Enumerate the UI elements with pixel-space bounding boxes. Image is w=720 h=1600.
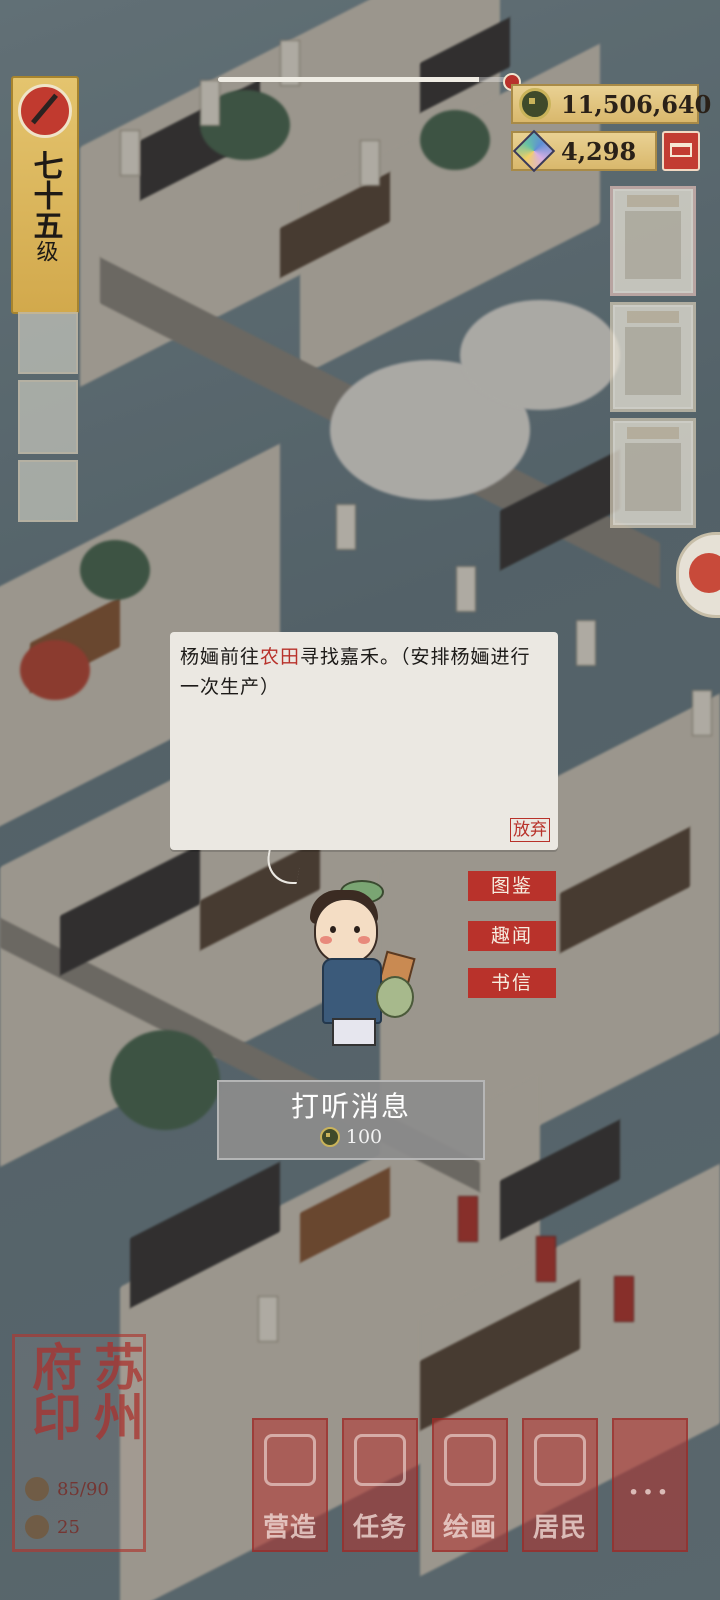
scroll-painting-icon (444, 1434, 496, 1486)
person-icon (534, 1434, 586, 1486)
jade-gem-icon (512, 129, 556, 173)
jade-amount: 4,298 (561, 136, 637, 166)
progress-fill (218, 77, 479, 82)
nav-build-button[interactable]: 营造 (252, 1418, 328, 1552)
abandon-button[interactable]: 放弃 (510, 818, 550, 842)
inquire-news-button[interactable]: 打听消息 100 (217, 1080, 485, 1160)
suzhou-seal[interactable]: 苏州府印 85/90 25 (12, 1334, 146, 1552)
dialog-highlight-farmland[interactable]: 农田 (260, 646, 300, 668)
copper-coin-counter[interactable]: 11,506,640 (511, 84, 711, 124)
dialog-text: 杨婳前往农田寻找嘉禾。（安排杨婳进行一次生产） (180, 646, 531, 698)
book-icon (354, 1434, 406, 1486)
traveler-character[interactable] (300, 880, 420, 1050)
portrait-icon (625, 443, 681, 511)
copper-coin-icon (319, 1127, 340, 1147)
inquire-label: 打听消息 (290, 1090, 411, 1123)
level-badge[interactable]: 七十五级 (11, 76, 79, 314)
left-card-3[interactable] (18, 460, 78, 522)
shop-button[interactable] (662, 131, 700, 171)
hammer-icon (264, 1434, 316, 1486)
tag-letters[interactable]: 书信 (468, 968, 556, 998)
quest-dialog: 杨婳前往农田寻找嘉禾。（安排杨婳进行一次生产） 放弃 (170, 632, 558, 850)
seal-title: 苏州府印 (24, 1341, 145, 1441)
nav-tasks-button[interactable]: 任务 (342, 1418, 418, 1552)
resident-icon (25, 1477, 49, 1501)
copper-coin-amount: 11,506,640 (561, 89, 712, 119)
nav-more-button[interactable]: ··· (612, 1418, 688, 1552)
left-card-1[interactable] (18, 312, 78, 374)
nav-residents-button[interactable]: 居民 (522, 1418, 598, 1552)
copper-coin-icon (519, 88, 551, 120)
seal-stat-residents: 85/90 (25, 1477, 109, 1501)
side-card-visitor[interactable] (610, 418, 696, 528)
scroll-icon (625, 327, 681, 395)
building-icon (625, 211, 681, 279)
side-card-building[interactable] (610, 186, 696, 296)
left-card-2[interactable] (18, 380, 78, 454)
tag-catalog[interactable]: 图鉴 (468, 871, 556, 901)
progress-bar (218, 77, 508, 82)
seal-stat-visitors: 25 (25, 1515, 80, 1539)
visitor-icon (25, 1515, 49, 1539)
brush-emblem-icon (18, 84, 72, 138)
side-card-event[interactable] (610, 302, 696, 412)
inquire-cost: 100 (219, 1126, 483, 1148)
jade-counter[interactable]: 4,298 (511, 129, 657, 173)
level-label: 七十五级 (27, 150, 63, 262)
nav-paint-button[interactable]: 绘画 (432, 1418, 508, 1552)
tag-anecdotes[interactable]: 趣闻 (468, 921, 556, 951)
